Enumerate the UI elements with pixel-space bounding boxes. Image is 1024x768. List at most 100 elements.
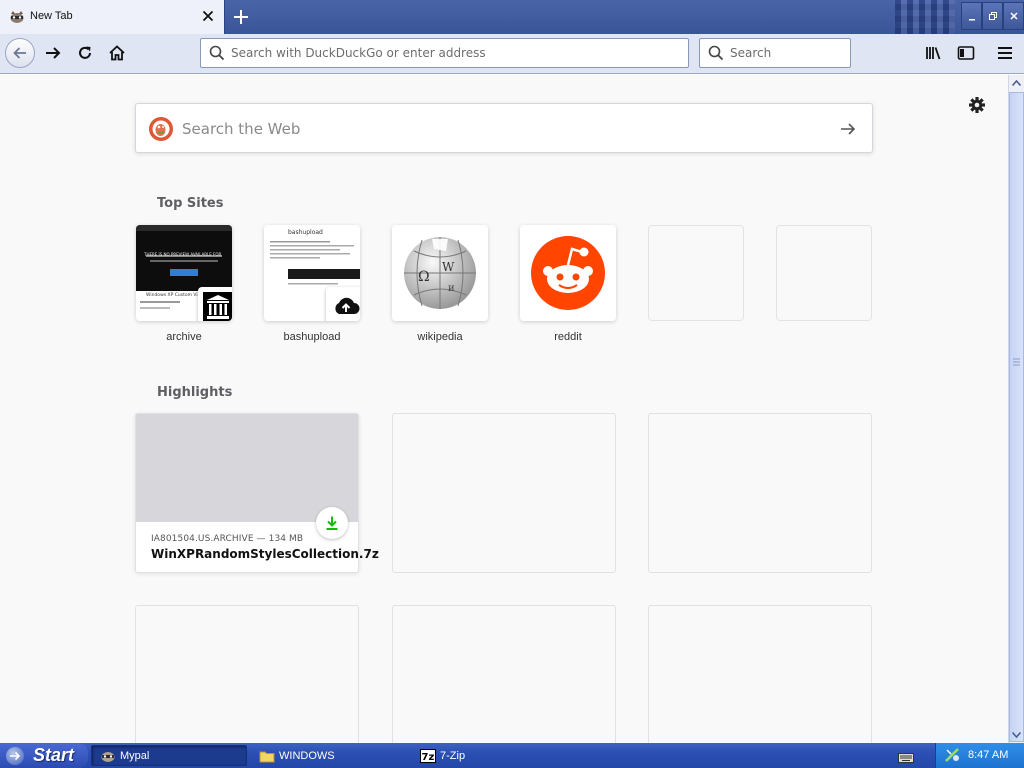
highlight-source: IA801504.US.ARCHIVE — 134 MB bbox=[151, 534, 304, 544]
highlight-thumbnail bbox=[136, 414, 358, 522]
site-thumbnail: THERE IS NO PREVIEW AVAILABLE FOR Window… bbox=[136, 225, 232, 321]
sidebar-icon bbox=[957, 46, 975, 60]
web-search-input[interactable] bbox=[182, 114, 822, 144]
restore-icon bbox=[988, 12, 997, 20]
site-label: wikipedia bbox=[417, 331, 463, 343]
arrow-right-icon[interactable] bbox=[838, 119, 858, 139]
highlight-empty-slot bbox=[392, 413, 616, 573]
site-thumbnail: Ω W и bbox=[392, 225, 488, 321]
system-tray: 8:47 AM bbox=[935, 743, 1024, 768]
site-label: archive bbox=[166, 331, 202, 343]
start-arrow-icon bbox=[6, 746, 24, 765]
tab-new-tab[interactable]: New Tab bbox=[0, 0, 225, 34]
web-search-box[interactable] bbox=[135, 103, 873, 153]
reload-button[interactable] bbox=[74, 42, 96, 64]
scroll-up-button[interactable] bbox=[1009, 75, 1024, 91]
highlight-empty-slot bbox=[135, 605, 359, 743]
tab-strip: New Tab bbox=[0, 0, 1024, 34]
top-site-reddit[interactable]: reddit bbox=[520, 225, 616, 343]
tab-title: New Tab bbox=[30, 10, 73, 22]
start-button[interactable]: Start bbox=[0, 743, 88, 768]
library-button[interactable] bbox=[923, 42, 945, 64]
gear-icon[interactable] bbox=[966, 94, 988, 116]
task-label: 7-Zip bbox=[440, 749, 466, 762]
taskbar-item-windows[interactable]: WINDOWS bbox=[251, 745, 407, 766]
start-label: Start bbox=[33, 745, 75, 765]
search-input[interactable] bbox=[730, 39, 840, 67]
clock: 8:47 AM bbox=[968, 749, 1009, 761]
scrollbar-thumb[interactable] bbox=[1009, 92, 1024, 742]
menu-button[interactable] bbox=[994, 42, 1016, 64]
search-icon bbox=[209, 45, 225, 65]
close-icon bbox=[1009, 12, 1018, 20]
duckduckgo-logo-icon bbox=[149, 117, 173, 141]
url-bar[interactable] bbox=[200, 38, 689, 68]
new-tab-page: Top Sites THERE IS NO PREVIEW AVAILABLE … bbox=[0, 75, 1008, 743]
taskbar: Start Mypal WINDOWS 7z 7-Zip 8:47 AM bbox=[0, 743, 1024, 768]
search-icon bbox=[708, 45, 724, 65]
top-sites-heading: Top Sites bbox=[157, 196, 224, 211]
highlight-empty-slot bbox=[648, 413, 872, 573]
site-label: reddit bbox=[554, 331, 582, 343]
cloud-upload-icon bbox=[326, 287, 360, 321]
library-icon bbox=[926, 47, 941, 60]
reload-icon bbox=[79, 46, 91, 59]
new-tab-button[interactable] bbox=[227, 2, 255, 32]
raccoon-app-icon bbox=[100, 748, 116, 764]
highlights-heading: Highlights bbox=[157, 385, 233, 400]
chevron-up-icon bbox=[1012, 80, 1021, 86]
empty-site-slot bbox=[648, 225, 744, 321]
raccoon-favicon-icon bbox=[9, 9, 25, 25]
forward-button[interactable] bbox=[42, 42, 64, 64]
arrow-right-icon bbox=[46, 47, 61, 59]
site-label: bashupload bbox=[283, 331, 341, 343]
top-site-empty bbox=[648, 225, 744, 321]
home-button[interactable] bbox=[106, 42, 128, 64]
grip-icon bbox=[1013, 358, 1020, 366]
restore-button[interactable] bbox=[982, 2, 1003, 30]
network-tray-icon[interactable] bbox=[944, 747, 960, 767]
hamburger-menu-icon bbox=[998, 47, 1012, 59]
site-thumbnail bbox=[520, 225, 616, 321]
highlight-card[interactable]: IA801504.US.ARCHIVE — 134 MB WinXPRandom… bbox=[135, 413, 379, 573]
svg-text:7z: 7z bbox=[422, 752, 435, 763]
thumb-text: bashupload bbox=[288, 229, 323, 236]
svg-text:и: и bbox=[448, 283, 455, 294]
plus-icon bbox=[234, 10, 248, 24]
empty-site-slot bbox=[776, 225, 872, 321]
top-site-archive[interactable]: THERE IS NO PREVIEW AVAILABLE FOR Window… bbox=[136, 225, 232, 343]
tab-close-icon[interactable] bbox=[198, 6, 218, 26]
chevron-down-icon bbox=[1012, 732, 1021, 738]
close-window-button[interactable] bbox=[1003, 2, 1024, 30]
highlight-title: WinXPRandomStylesCollection.7z bbox=[151, 547, 379, 561]
reddit-alien-icon bbox=[520, 225, 616, 321]
task-label: Mypal bbox=[120, 749, 150, 762]
top-site-bashupload[interactable]: bashupload bashupload bbox=[264, 225, 360, 343]
taskbar-item-mypal[interactable]: Mypal bbox=[91, 745, 247, 766]
url-input[interactable] bbox=[231, 39, 671, 67]
thumb-text: THERE IS NO PREVIEW AVAILABLE FOR bbox=[144, 252, 222, 257]
back-button[interactable] bbox=[5, 38, 35, 68]
keyboard-tray-button[interactable] bbox=[898, 747, 918, 768]
browser-window: New Tab Search with DuckDuckGo or enter … bbox=[0, 0, 1024, 768]
arrow-left-icon bbox=[13, 47, 26, 59]
wikipedia-globe-icon: Ω W и bbox=[392, 225, 488, 321]
sevenzip-app-icon: 7z bbox=[420, 748, 436, 764]
top-site-empty bbox=[776, 225, 872, 321]
task-label: WINDOWS bbox=[279, 749, 335, 762]
window-controls bbox=[961, 2, 1024, 30]
sidebar-toggle-button[interactable] bbox=[955, 42, 977, 64]
home-icon bbox=[109, 45, 125, 61]
keyboard-icon bbox=[898, 752, 914, 763]
minimize-button[interactable] bbox=[961, 2, 982, 30]
search-bar[interactable] bbox=[699, 38, 851, 68]
archive-logo-icon bbox=[198, 287, 232, 321]
vertical-scrollbar[interactable] bbox=[1008, 75, 1024, 743]
top-site-wikipedia[interactable]: Ω W и wikipedia bbox=[392, 225, 488, 343]
svg-text:W: W bbox=[442, 260, 455, 274]
site-thumbnail: bashupload bbox=[264, 225, 360, 321]
highlight-empty-slot bbox=[648, 605, 872, 743]
taskbar-item-7zip[interactable]: 7z 7-Zip bbox=[412, 745, 568, 766]
scroll-down-button[interactable] bbox=[1009, 727, 1024, 743]
minimize-icon bbox=[968, 19, 975, 21]
